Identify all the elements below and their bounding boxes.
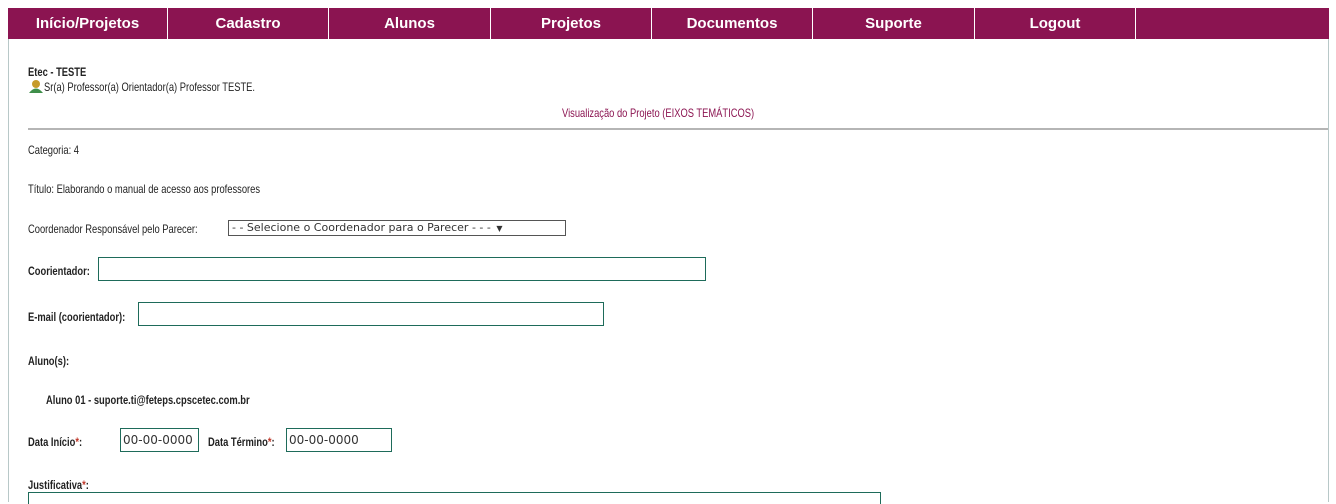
coorientador-input[interactable] bbox=[98, 257, 706, 281]
nav-documentos[interactable]: Documentos bbox=[652, 8, 813, 39]
categoria-text: Categoria: 4 bbox=[28, 143, 79, 157]
data-termino-input[interactable] bbox=[286, 428, 392, 452]
aluno-row: Aluno 01 - suporte.ti@feteps.cpscetec.co… bbox=[46, 391, 307, 409]
data-inicio-label: Data Início*: bbox=[28, 435, 83, 449]
email-coorientador-input[interactable] bbox=[138, 302, 604, 326]
alunos-label: Aluno(s): bbox=[28, 354, 70, 368]
alunos-label-row: Aluno(s): bbox=[28, 352, 81, 370]
header-divider bbox=[28, 128, 1328, 130]
coordenador-select[interactable]: - - Selecione o Coordenador para o Parec… bbox=[228, 220, 566, 236]
chevron-down-icon: ▼ bbox=[496, 224, 503, 233]
nav-alunos[interactable]: Alunos bbox=[329, 8, 491, 39]
nav-suporte[interactable]: Suporte bbox=[813, 8, 975, 39]
justificativa-textarea[interactable] bbox=[28, 492, 881, 504]
titulo-text: Título: Elaborando o manual de acesso ao… bbox=[28, 182, 261, 196]
coorientador-label: Coorientador: bbox=[28, 264, 90, 278]
nav-logout[interactable]: Logout bbox=[975, 8, 1136, 39]
coorientador-label-row: Coorientador: bbox=[28, 262, 107, 280]
email-label-row: E-mail (coorientador): bbox=[28, 308, 153, 326]
nav-projetos[interactable]: Projetos bbox=[491, 8, 652, 39]
categoria-row: Categoria: 4 bbox=[28, 141, 93, 159]
email-label: E-mail (coorientador): bbox=[28, 310, 126, 324]
justificativa-label: Justificativa*: bbox=[28, 478, 89, 492]
main-nav: Início/Projetos Cadastro Alunos Projetos… bbox=[8, 8, 1329, 39]
data-inicio-input[interactable] bbox=[120, 428, 199, 452]
user-icon bbox=[29, 80, 43, 93]
view-title-row: Visualização do Projeto (EIXOS TEMÁTICOS… bbox=[562, 104, 808, 122]
nav-cadastro[interactable]: Cadastro bbox=[168, 8, 329, 39]
coordenador-select-value: - - Selecione o Coordenador para o Parec… bbox=[232, 221, 491, 234]
aluno-item: Aluno 01 - suporte.ti@feteps.cpscetec.co… bbox=[46, 393, 250, 407]
teacher-row: Sr(a) Professor(a) Orientador(a) Profess… bbox=[28, 78, 315, 96]
nav-inicio-projetos[interactable]: Início/Projetos bbox=[8, 8, 168, 39]
data-termino-label-row: Data Término*: bbox=[208, 433, 293, 451]
teacher-name: Sr(a) Professor(a) Orientador(a) Profess… bbox=[44, 80, 256, 94]
coordenador-label-row: Coordenador Responsável pelo Parecer: bbox=[28, 220, 245, 238]
nav-empty-slot bbox=[1136, 8, 1329, 39]
view-title: Visualização do Projeto (EIXOS TEMÁTICOS… bbox=[562, 106, 755, 120]
titulo-row: Título: Elaborando o manual de acesso ao… bbox=[28, 180, 326, 198]
coordenador-label: Coordenador Responsável pelo Parecer: bbox=[28, 222, 198, 236]
data-termino-label: Data Término*: bbox=[208, 435, 275, 449]
school-name: Etec - TESTE bbox=[28, 65, 87, 79]
data-inicio-label-row: Data Início*: bbox=[28, 433, 97, 451]
